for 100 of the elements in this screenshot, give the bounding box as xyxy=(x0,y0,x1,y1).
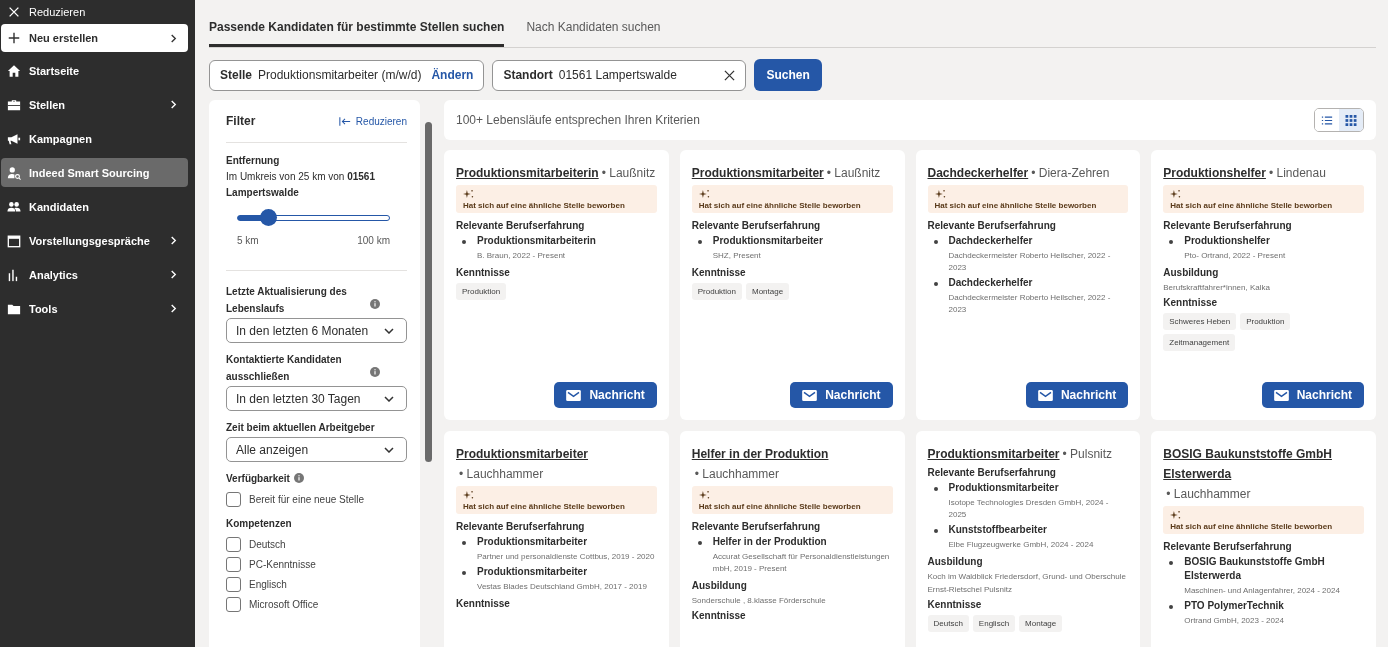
skill-tag: Deutsch xyxy=(927,615,969,632)
candidate-location: • Lindenau xyxy=(1268,165,1326,182)
checkbox-label: Englisch xyxy=(249,579,287,590)
checkbox[interactable] xyxy=(226,597,241,612)
checkbox-label: Microsoft Office xyxy=(249,599,319,610)
dropdown[interactable]: Alle anzeigen xyxy=(226,437,407,462)
experience-detail: Pto- Ortrand, 2022 - Present xyxy=(1184,250,1286,262)
message-button[interactable]: Nachricht xyxy=(790,382,893,408)
envelope-icon xyxy=(802,389,818,401)
checkbox[interactable] xyxy=(226,537,241,552)
create-new-button[interactable]: Neu erstellen xyxy=(1,24,188,52)
job-field[interactable]: Stelle Produktionsmitarbeiter (m/w/d) Ändern xyxy=(209,59,485,91)
section-heading: Kenntnisse xyxy=(1163,297,1219,308)
bullet-icon xyxy=(697,240,702,244)
dropdown[interactable]: In den letzten 6 Monaten xyxy=(226,318,407,343)
education-text: Koch im Waldblick Friedersdorf, Grund- und Oberschule Ernst-Rietschel Pulsnitz xyxy=(927,571,1127,596)
bullet-icon xyxy=(1169,240,1174,244)
experience-title: Kunststoffbearbeiter xyxy=(948,523,1048,537)
bullet-icon xyxy=(697,541,702,545)
checkbox[interactable] xyxy=(226,577,241,592)
info-icon[interactable] xyxy=(370,367,380,377)
tab[interactable]: Passende Kandidaten für bestimmte Stellen suchen xyxy=(209,10,505,47)
chevron-right-icon xyxy=(169,100,178,109)
experience-title: Produktionsmitarbeiter xyxy=(712,234,823,248)
chevron-right-icon xyxy=(169,33,178,43)
applied-notice-text: Hat sich auf eine ähnliche Stelle beworben xyxy=(934,201,1097,210)
candidate-title-link[interactable]: Helfer in der Produktion xyxy=(691,444,829,464)
experience-title: Produktionsmitarbeiterin xyxy=(477,234,596,248)
section-heading: Ausbildung xyxy=(691,580,748,591)
bullet-icon xyxy=(462,571,466,575)
bullet-icon xyxy=(462,240,466,244)
tab[interactable]: Nach Kandidaten suchen xyxy=(526,10,661,47)
message-button[interactable]: Nachricht xyxy=(1025,382,1129,408)
filter-title: Filter xyxy=(226,114,256,128)
skill-tag: Englisch xyxy=(972,615,1016,632)
candidate-title-link[interactable]: Produktionshelfer xyxy=(1163,163,1266,183)
sparkle-icon xyxy=(1170,510,1182,520)
experience-detail: SHZ, Present xyxy=(712,250,762,262)
caret-icon xyxy=(384,446,394,453)
collapse-sidebar-button[interactable]: Reduzieren xyxy=(1,1,188,22)
change-link[interactable]: Ändern xyxy=(431,68,474,82)
sidebar-item[interactable]: Stellen xyxy=(1,90,188,119)
candidate-title-link[interactable]: Produktionsmitarbeiter xyxy=(691,163,824,183)
candidate-title-link[interactable]: BOSIG Baukunststoffe GmbH Elsterwerda xyxy=(1163,444,1364,484)
checkbox[interactable] xyxy=(226,557,241,572)
chevron-right-icon xyxy=(169,304,178,313)
experience-title: Produktionsmitarbeiter xyxy=(477,535,589,549)
sidebar-item[interactable]: Kandidaten xyxy=(1,192,188,221)
search-button[interactable]: Suchen xyxy=(754,59,822,91)
sidebar-item[interactable]: Tools xyxy=(1,294,188,323)
caret-icon xyxy=(384,395,394,402)
experience-detail: Vestas Blades Deutschland GmbH, 2017 - 2019 xyxy=(477,581,647,593)
experience-detail: B. Braun, 2022 - Present xyxy=(477,250,567,262)
section-heading: Relevante Berufserfahrung xyxy=(456,521,586,532)
section-heading: Relevante Berufserfahrung xyxy=(927,220,1057,231)
skill-tag: Produktion xyxy=(691,283,742,300)
sidebar-item[interactable]: Analytics xyxy=(1,260,188,289)
candidate-title-link[interactable]: Produktionsmitarbeiter xyxy=(456,444,589,464)
candidate-title-link[interactable]: Produktionsmitarbeiter xyxy=(927,444,1060,464)
envelope-icon xyxy=(1037,389,1053,401)
info-icon[interactable] xyxy=(370,299,380,309)
experience-detail: Dachdeckermeister Roberto Heilscher, 2022 - 2023 xyxy=(948,250,1112,274)
sparkle-icon xyxy=(698,189,710,199)
slider-thumb[interactable] xyxy=(260,209,278,226)
checkbox[interactable] xyxy=(226,492,241,507)
sidebar-item[interactable]: Startseite xyxy=(1,56,188,85)
experience-detail: Maschinen- und Anlagenfahrer, 2024 - 2024 xyxy=(1184,585,1341,597)
sidebar-item[interactable]: Indeed Smart Sourcing xyxy=(1,158,188,187)
location-field[interactable]: Standort 01561 Lampertswalde xyxy=(492,59,747,91)
section-heading: Relevante Berufserfahrung xyxy=(456,220,586,231)
experience-detail: Dachdeckermeister Roberto Heilscher, 2022 - 2023 xyxy=(948,292,1112,316)
arrow-left-bar-icon xyxy=(338,116,351,126)
experience-detail: Partner und personaldienste Cottbus, 2019 - 2020 xyxy=(477,551,655,563)
sparkle-icon xyxy=(463,189,474,199)
message-button[interactable]: Nachricht xyxy=(554,382,657,408)
applied-notice-text: Hat sich auf eine ähnliche Stelle beworben xyxy=(1170,201,1333,210)
section-heading: Kenntnisse xyxy=(456,267,511,278)
sidebar-item[interactable]: Kampagnen xyxy=(1,124,188,153)
message-button[interactable]: Nachricht xyxy=(1261,382,1364,408)
candidate-title-link[interactable]: Dachdeckerhelfer xyxy=(927,163,1029,183)
collapse-filter-link[interactable]: Reduzieren xyxy=(338,115,407,127)
sidebar-item[interactable]: Vorstellungsgespräche xyxy=(1,226,188,255)
checkbox-label: Deutsch xyxy=(249,539,286,550)
field-label: Stelle xyxy=(220,68,252,82)
filter-heading: Zeit beim aktuellen Arbeitgeber xyxy=(226,422,375,433)
skill-tag: Produktion xyxy=(1240,313,1291,330)
education-text: Berufskraftfahrer*innen, Kalka xyxy=(1163,282,1271,294)
clear-icon[interactable] xyxy=(724,69,736,81)
people-icon xyxy=(7,199,21,214)
applied-notice-text: Hat sich auf eine ähnliche Stelle beworben xyxy=(1170,522,1333,531)
section-heading: Relevante Berufserfahrung xyxy=(691,220,822,231)
section-heading: Kenntnisse xyxy=(691,267,747,278)
distance-description: Im Umkreis von 25 km von 01561 Lampertswalde xyxy=(226,170,376,200)
info-icon[interactable] xyxy=(293,473,304,483)
candidate-title-link[interactable]: Produktionsmitarbeiterin xyxy=(456,163,599,183)
experience-detail: Accurat Gesellschaft für Personaldienstleistungen mbH, 2019 - Present xyxy=(712,551,891,575)
experience-title: PTO PolymerTechnik xyxy=(1184,599,1284,613)
dropdown[interactable]: In den letzten 30 Tagen xyxy=(226,386,407,411)
grid-view-button[interactable] xyxy=(1339,109,1363,131)
section-heading: Kenntnisse xyxy=(691,610,747,621)
